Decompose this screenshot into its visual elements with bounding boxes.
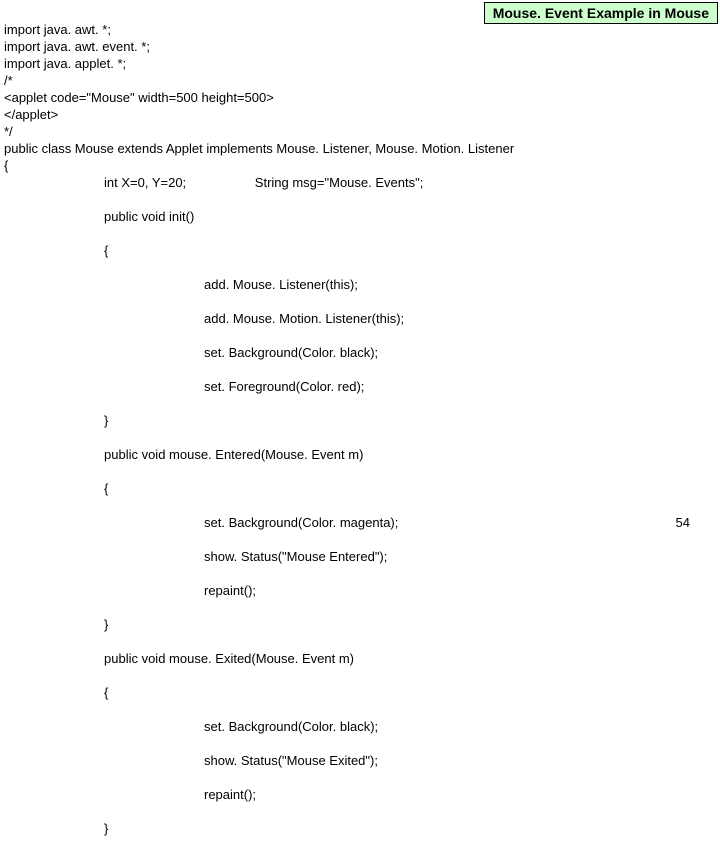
code-line: repaint();	[4, 582, 716, 599]
code-line: public void mouse. Exited(Mouse. Event m…	[4, 650, 716, 667]
code-line: set. Background(Color. black);	[4, 718, 716, 735]
code-line: {	[4, 480, 716, 497]
code-line: {	[4, 684, 716, 701]
code-line: </applet>	[4, 107, 58, 122]
code-line: }	[4, 820, 716, 837]
code-line: show. Status("Mouse Entered");	[4, 548, 716, 565]
code-line: import java. applet. *;	[4, 56, 126, 71]
code-line: public void mouse. Entered(Mouse. Event …	[4, 446, 716, 463]
page-number: 54	[676, 515, 690, 530]
code-line: public class Mouse extends Applet implem…	[4, 141, 514, 156]
code-line: */	[4, 124, 13, 139]
code-line: import java. awt. *;	[4, 22, 111, 37]
code-line: {	[4, 242, 716, 259]
code-line: repaint();	[4, 786, 716, 803]
code-line: }	[4, 616, 716, 633]
code-line: set. Foreground(Color. red);	[4, 378, 716, 395]
code-line: show. Status("Mouse Exited");	[4, 752, 716, 769]
code-line: /*	[4, 73, 13, 88]
code-line: int X=0, Y=20; String msg="Mouse. Events…	[4, 174, 716, 191]
code-block: import java. awt. *; import java. awt. e…	[4, 4, 716, 854]
code-line: <applet code="Mouse" width=500 height=50…	[4, 90, 274, 105]
code-line: public void init()	[4, 208, 716, 225]
code-line: set. Background(Color. black);	[4, 344, 716, 361]
code-line: }	[4, 412, 716, 429]
code-line: set. Background(Color. magenta);	[4, 514, 716, 531]
code-line: add. Mouse. Motion. Listener(this);	[4, 310, 716, 327]
code-line: {	[4, 158, 8, 173]
code-line: import java. awt. event. *;	[4, 39, 150, 54]
code-line: add. Mouse. Listener(this);	[4, 276, 716, 293]
